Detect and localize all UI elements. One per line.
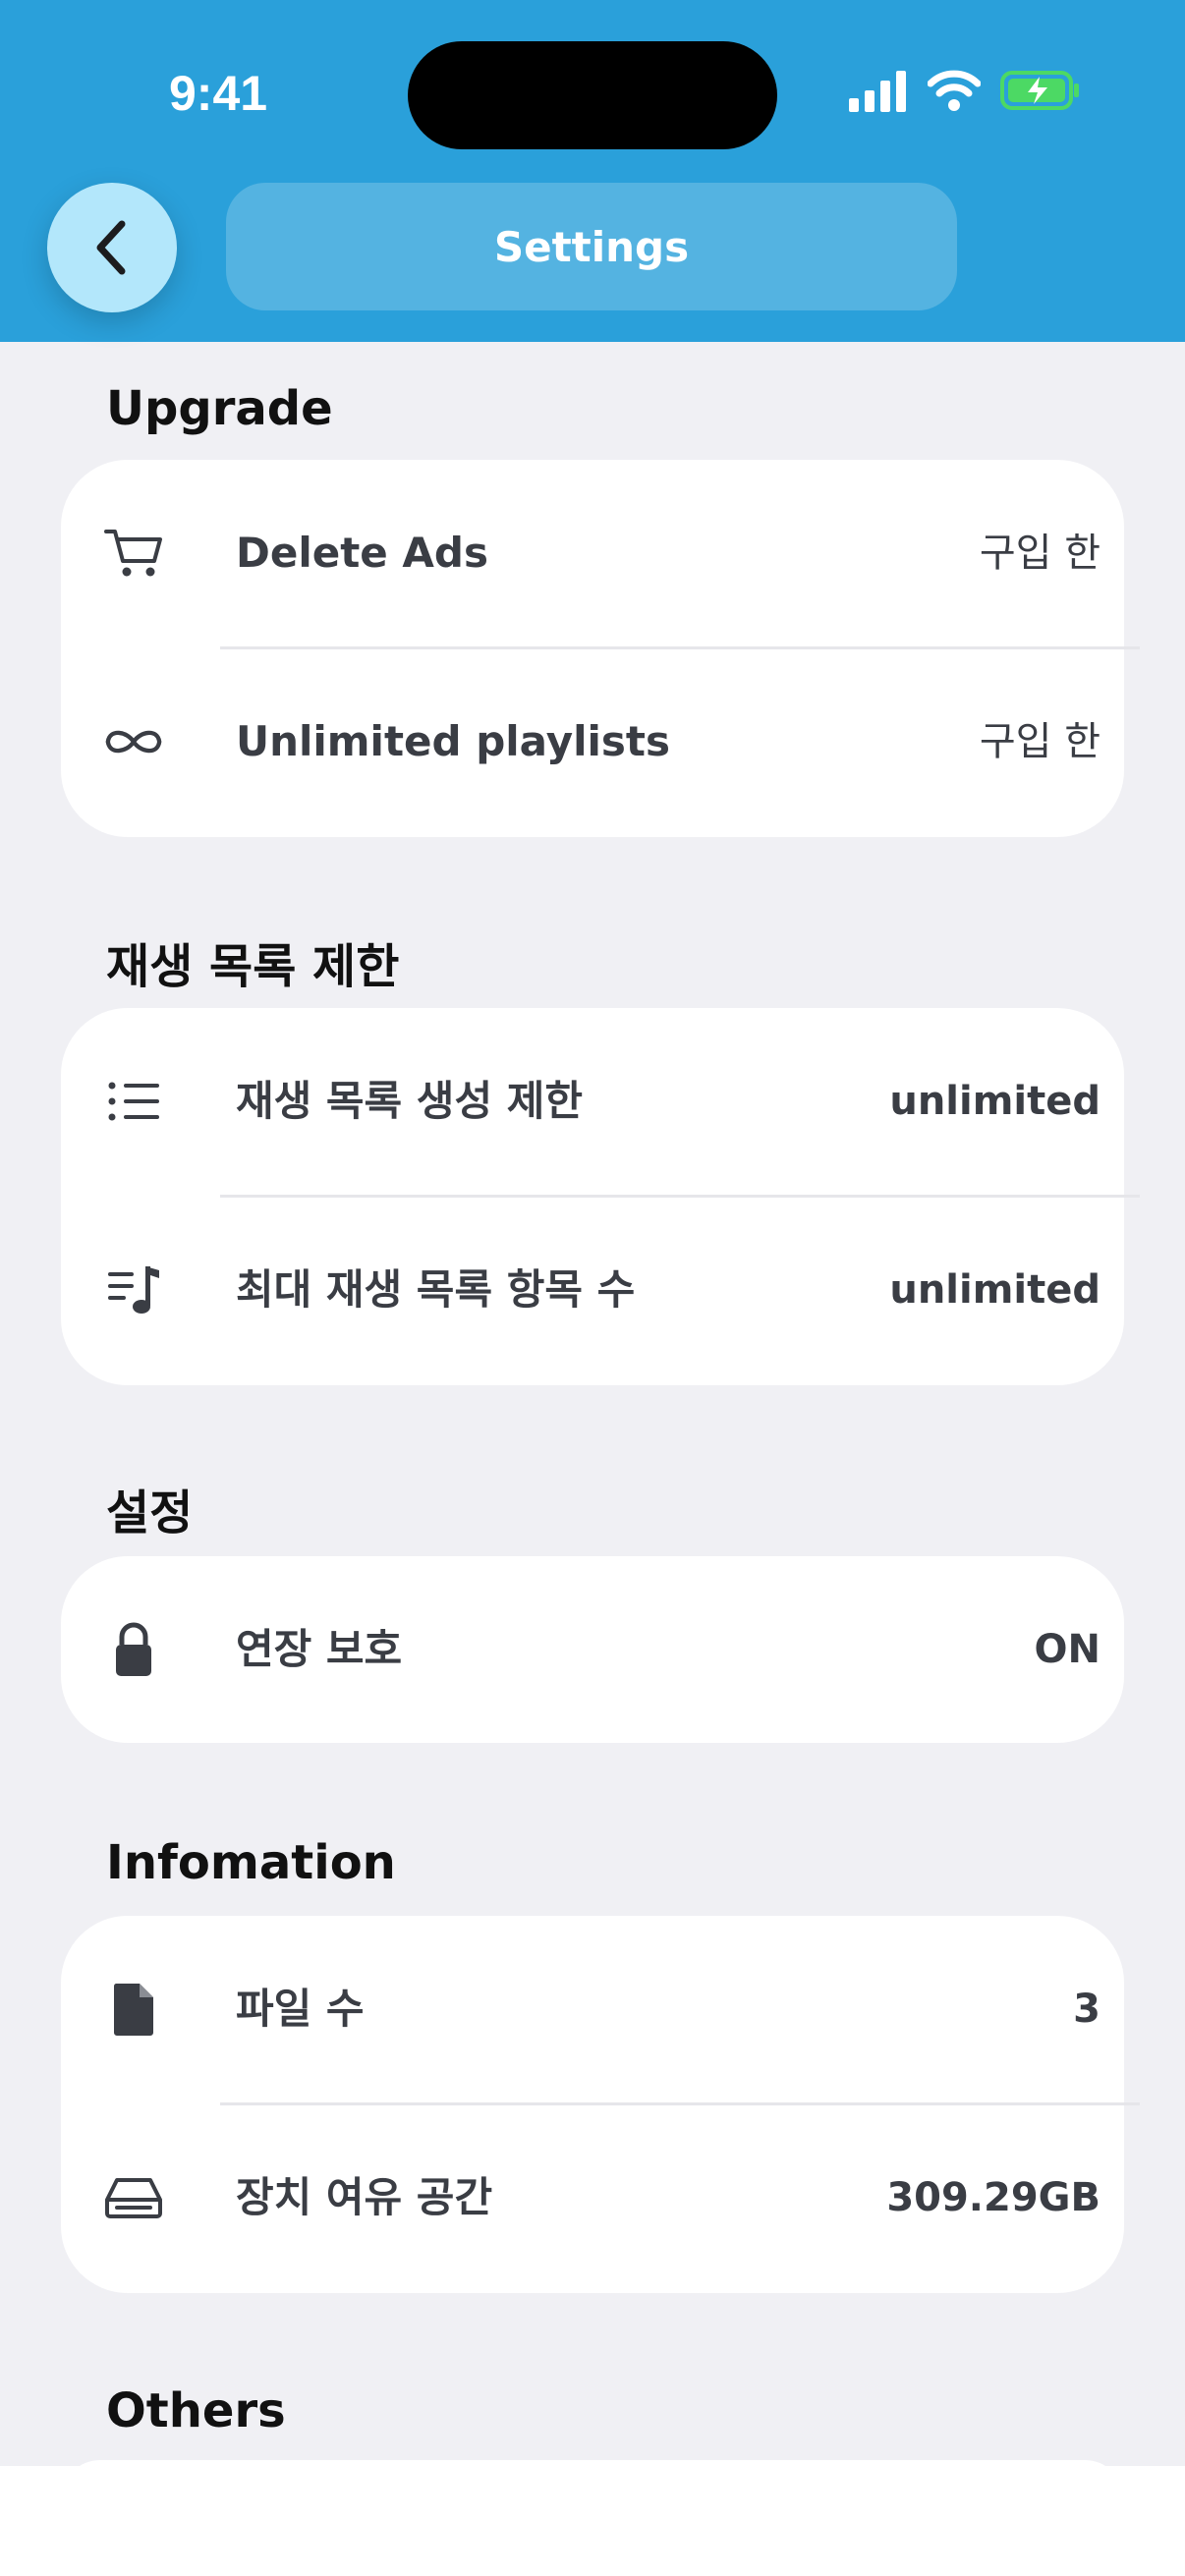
row-value: 3	[1073, 1987, 1100, 2032]
infinity-icon	[102, 710, 165, 773]
row-value: unlimited	[889, 1267, 1100, 1313]
row-value: 구입 한	[979, 719, 1100, 764]
file-icon	[102, 1978, 165, 2041]
card-information: 파일 수 3 장치 여유 공간 309.29GB	[61, 1916, 1140, 2293]
section-title-information: Infomation	[106, 1835, 396, 1890]
row-free-space: 장치 여유 공간 309.29GB	[61, 2104, 1124, 2291]
music-list-icon	[102, 1259, 165, 1321]
section-title-others: Others	[106, 2383, 286, 2438]
back-button[interactable]	[47, 183, 177, 312]
section-title-upgrade: Upgrade	[106, 381, 333, 436]
row-delete-ads[interactable]: Delete Ads 구입 한	[61, 460, 1124, 646]
row-unlimited-playlists[interactable]: Unlimited playlists 구입 한	[61, 648, 1124, 835]
drive-icon	[102, 2166, 165, 2229]
page-title: Settings	[226, 183, 957, 310]
card-upgrade: Delete Ads 구입 한 Unlimited playlists 구입 한	[61, 460, 1140, 837]
battery-icon	[1000, 71, 1079, 110]
row-label: 연장 보호	[236, 1625, 403, 1673]
row-value: 309.29GB	[886, 2175, 1100, 2220]
row-extension-protection[interactable]: 연장 보호 ON	[61, 1556, 1124, 1743]
row-playlist-creation-limit[interactable]: 재생 목록 생성 제한 unlimited	[61, 1008, 1124, 1195]
section-title-settings: 설정	[106, 1485, 194, 1540]
row-label: 재생 목록 생성 제한	[236, 1077, 583, 1125]
row-label: Delete Ads	[236, 529, 488, 577]
card-playlist-limits: 재생 목록 생성 제한 unlimited 최대 재생 목록 항목 수 unli…	[61, 1008, 1140, 1385]
row-value: unlimited	[889, 1079, 1100, 1124]
wifi-icon	[928, 70, 981, 111]
row-value: ON	[1034, 1627, 1100, 1672]
status-time: 9:41	[169, 66, 268, 121]
row-value: 구입 한	[979, 531, 1100, 576]
signal-icon	[849, 71, 906, 112]
cart-icon	[102, 522, 165, 585]
row-label: 파일 수	[236, 1985, 365, 2033]
card-settings: 연장 보호 ON	[61, 1556, 1124, 1743]
row-label: 최대 재생 목록 항목 수	[236, 1265, 636, 1314]
dynamic-island	[408, 41, 777, 149]
row-max-playlist-items[interactable]: 최대 재생 목록 항목 수 unlimited	[61, 1197, 1124, 1383]
bottom-bar	[0, 2466, 1185, 2576]
lock-icon	[102, 1618, 165, 1681]
section-title-playlist-limits: 재생 목록 제한	[106, 939, 400, 994]
row-label: Unlimited playlists	[236, 717, 670, 765]
list-icon	[102, 1070, 165, 1133]
row-file-count: 파일 수 3	[61, 1916, 1124, 2102]
chevron-left-icon	[96, 220, 126, 275]
row-label: 장치 여유 공간	[236, 2173, 493, 2221]
